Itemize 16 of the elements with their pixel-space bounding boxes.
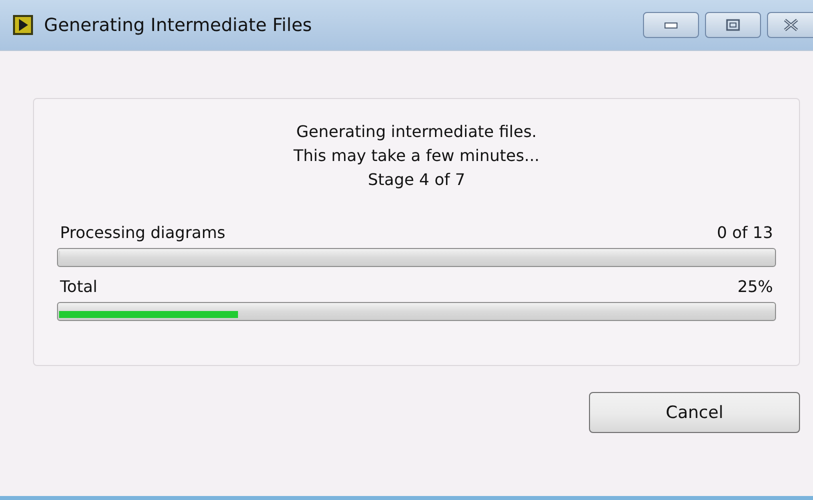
close-icon	[782, 18, 798, 32]
window-title: Generating Intermediate Files	[44, 14, 312, 36]
progress-reading: 25%	[737, 277, 773, 296]
status-text: Generating intermediate files.	[296, 121, 537, 143]
minimize-icon	[664, 21, 678, 29]
app-icon	[12, 14, 34, 36]
maximize-icon	[726, 19, 740, 31]
progress-label: Total	[60, 277, 98, 296]
close-button[interactable]	[767, 12, 813, 38]
progress-label: Processing diagrams	[60, 223, 226, 242]
cancel-button[interactable]: Cancel	[589, 392, 800, 433]
status-text: Stage 4 of 7	[368, 169, 466, 191]
status-text: This may take a few minutes...	[294, 145, 540, 167]
progress-reading: 0 of 13	[716, 223, 773, 242]
minimize-button[interactable]	[643, 12, 699, 38]
maximize-button[interactable]	[705, 12, 761, 38]
